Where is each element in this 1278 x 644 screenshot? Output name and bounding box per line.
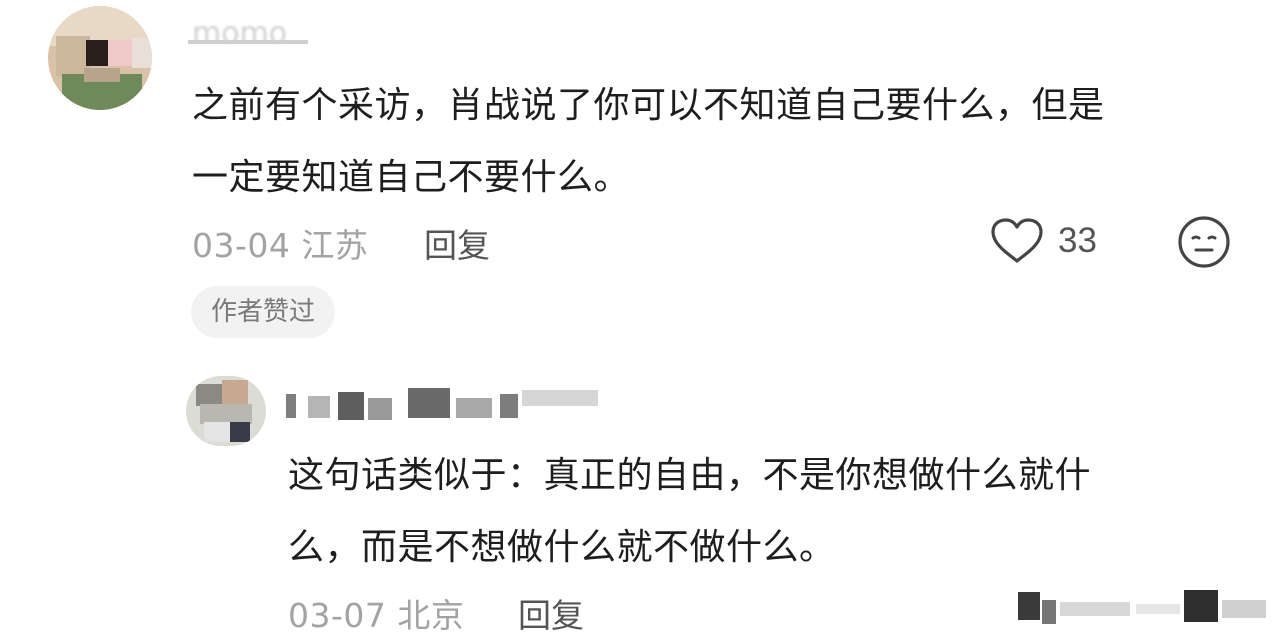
commenter-username[interactable]: momo xyxy=(188,16,308,54)
replier-avatar[interactable] xyxy=(186,376,266,446)
reply-date-location: 03-07 北京 xyxy=(288,596,465,635)
reply-text-line-2: 么，而是不想做什么就不做什么。 xyxy=(288,527,836,568)
reply-text-line-1: 这句话类似于：真正的自由，不是你想做什么就什 xyxy=(288,455,1092,496)
comment-text-line-1: 之前有个采访，肖战说了你可以不知道自己要什么，但是 xyxy=(192,85,1105,126)
like-count: 33 xyxy=(1058,221,1097,260)
heart-outline-icon xyxy=(990,217,1044,265)
like-button[interactable]: 33 xyxy=(990,213,1097,269)
commenter-avatar[interactable] xyxy=(48,6,152,110)
comment-date-location: 03-04 江苏 xyxy=(192,226,369,265)
replier-username[interactable] xyxy=(286,388,598,422)
comment-text-line-2: 一定要知道自己不要什么。 xyxy=(192,157,631,198)
emoji-reaction-button[interactable] xyxy=(1176,214,1232,270)
neutral-face-icon xyxy=(1176,216,1232,274)
reply-like-area[interactable] xyxy=(1012,586,1278,636)
author-liked-badge: 作者赞过 xyxy=(191,286,336,338)
comment-reply-button[interactable]: 回复 xyxy=(424,219,490,267)
reply-reply-button[interactable]: 回复 xyxy=(518,589,584,637)
